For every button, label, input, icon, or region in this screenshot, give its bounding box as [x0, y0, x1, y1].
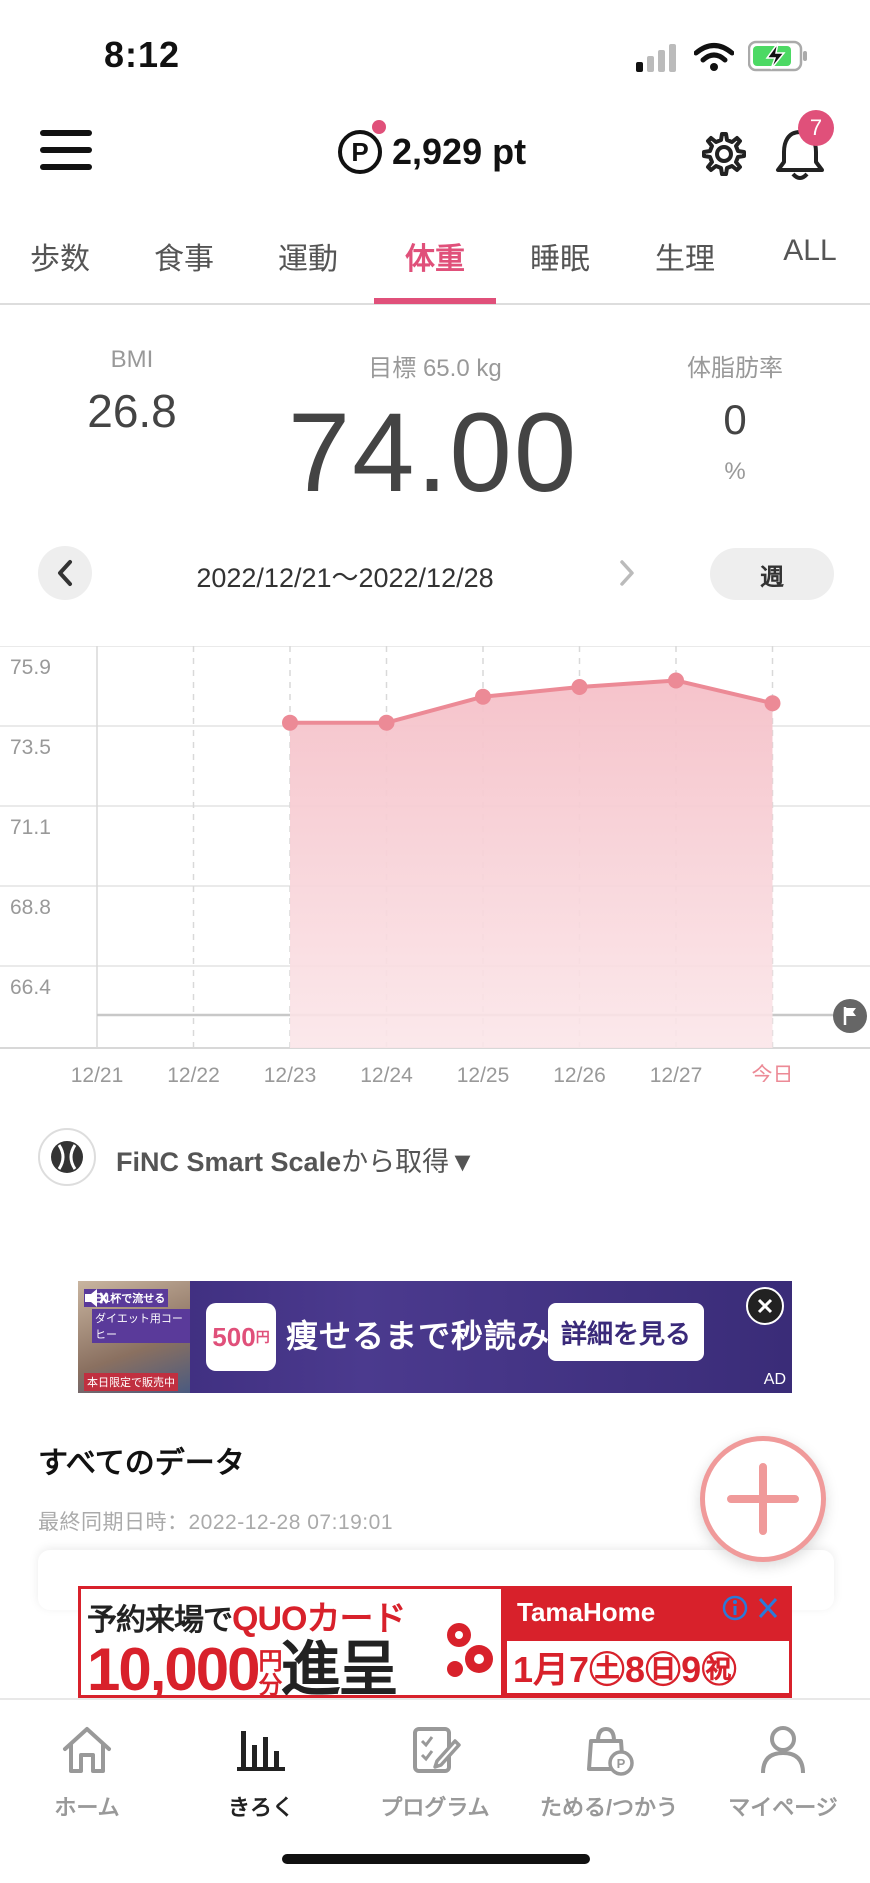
chevron-right-icon — [620, 560, 634, 586]
x-tick-label: 12/21 — [71, 1064, 124, 1082]
prev-week-button[interactable] — [38, 546, 92, 600]
ad-details-button[interactable]: 詳細を見る — [548, 1303, 704, 1361]
close-icon — [757, 1298, 773, 1314]
gear-icon[interactable] — [698, 130, 746, 183]
nav-mypage-label: マイページ — [728, 1795, 838, 1820]
weight-chart: 75.9 73.5 71.1 68.8 66.4 12/21 12/22 12/23 12/24… — [0, 646, 870, 1082]
weight-point — [668, 672, 684, 689]
x-tick-label: 12/26 — [553, 1064, 606, 1082]
weight-point — [475, 688, 491, 705]
x-tick-label: 12/27 — [650, 1064, 703, 1082]
program-icon — [348, 1714, 522, 1784]
y-tick-label: 68.8 — [10, 896, 51, 919]
nav-mypage[interactable]: マイページ — [696, 1714, 870, 1822]
battery-icon — [747, 40, 810, 77]
last-sync-time: 最終同期日時：2022-12-28 07:19:01 — [38, 1511, 393, 1534]
target-flag-icon — [832, 998, 868, 1039]
ad-close-button[interactable] — [746, 1287, 784, 1325]
ad-image-caption-3: 本日限定で販売中 — [84, 1373, 178, 1391]
ad2-brand-name: TamaHome — [517, 1597, 656, 1627]
nav-points[interactable]: P ためる/つかう — [522, 1714, 696, 1822]
current-weight-value[interactable]: 74.00 — [248, 388, 618, 517]
tab-exercise[interactable]: 運動 — [258, 234, 358, 278]
home-icon — [0, 1714, 174, 1784]
ad-headline: 痩せるまで秒読み! — [286, 1318, 562, 1354]
body-fat-label: 体脂肪率 — [687, 355, 783, 382]
points-bag-icon: P — [522, 1714, 696, 1784]
nav-points-label: ためる/つかう — [539, 1795, 679, 1820]
x-tick-label: 12/24 — [360, 1064, 413, 1082]
period-toggle-button[interactable]: 週 — [710, 548, 834, 600]
points-value: 2,929 pt — [392, 131, 527, 172]
muted-speaker-icon[interactable] — [82, 1285, 109, 1316]
adchoices-icon[interactable] — [722, 1594, 784, 1628]
body-fat-unit: % — [724, 458, 746, 485]
target-weight-label: 目標 65.0 kg — [368, 355, 502, 382]
plus-icon — [727, 1463, 799, 1535]
y-tick-label: 73.5 — [10, 736, 51, 759]
weight-point — [764, 695, 781, 712]
x-tick-label: 12/25 — [457, 1064, 510, 1082]
chevron-left-icon — [58, 560, 72, 586]
scale-device-icon — [38, 1128, 96, 1186]
add-record-button[interactable] — [700, 1436, 826, 1562]
y-tick-label: 71.1 — [10, 816, 51, 839]
nav-home[interactable]: ホーム — [0, 1714, 174, 1822]
ad-price: 500 円 — [206, 1303, 276, 1371]
next-week-button[interactable] — [612, 558, 642, 593]
points-display[interactable]: P 2,929 pt — [338, 120, 527, 174]
weight-point — [282, 714, 298, 731]
ad-label: AD — [763, 1371, 786, 1388]
points-icon: P — [338, 120, 386, 174]
menu-icon[interactable] — [40, 128, 92, 177]
tab-steps[interactable]: 歩数 — [10, 234, 110, 278]
tab-meals[interactable]: 食事 — [134, 234, 234, 278]
status-time: 8:12 — [104, 34, 181, 75]
device-suffix: から取得▼ — [341, 1147, 476, 1177]
nav-records[interactable]: きろく — [174, 1714, 348, 1822]
ad2-copy: 予約来場でQUOカード 10,000円 分進呈 — [87, 1600, 406, 1698]
points-new-dot — [372, 120, 386, 134]
y-tick-label: 66.4 — [10, 976, 51, 999]
tab-weight[interactable]: 体重 — [385, 234, 485, 278]
data-source-selector[interactable]: FiNC Smart Scaleから取得▼ — [116, 1140, 476, 1179]
wifi-icon — [693, 42, 735, 77]
notification-badge: 7 — [798, 110, 834, 146]
flower-decoration-icon — [439, 1615, 499, 1690]
weight-point — [378, 714, 395, 731]
body-fat-value: 0 — [723, 396, 747, 443]
ad-banner-tamahome[interactable]: 予約来場でQUOカード 10,000円 分進呈 TamaHome 1月7㊏8㊐9㊗ — [78, 1586, 792, 1698]
nav-records-label: きろく — [227, 1795, 294, 1820]
signal-icon — [634, 44, 680, 77]
active-tab-indicator — [374, 298, 496, 304]
ad2-dates: 1月7㊏8㊐9㊗ — [507, 1641, 789, 1693]
date-range: 2022/12/21〜2022/12/28 — [196, 563, 494, 593]
bmi-label: BMI — [110, 346, 154, 373]
tab-sleep[interactable]: 睡眠 — [510, 234, 610, 278]
x-tick-label: 12/23 — [264, 1064, 317, 1082]
ad-banner-coffee[interactable]: 1日1杯で流せる ダイエット用コーヒー 本日限定で販売中 500 円 痩せるまで秒… — [78, 1281, 792, 1393]
weight-point — [571, 678, 588, 695]
device-name: FiNC Smart Scale — [116, 1147, 342, 1177]
bmi-value: 26.8 — [87, 385, 177, 437]
nav-program[interactable]: プログラム — [348, 1714, 522, 1822]
x-tick-label: 12/22 — [167, 1064, 220, 1082]
nav-home-label: ホーム — [54, 1795, 120, 1820]
tab-period[interactable]: 生理 — [635, 234, 735, 278]
x-tick-label: 今日 — [752, 1064, 794, 1082]
all-data-title: すべてのデータ — [38, 1447, 245, 1480]
tab-all[interactable]: ALL — [760, 234, 860, 268]
weight-area — [290, 680, 773, 1048]
home-indicator — [282, 1854, 590, 1864]
svg-text:P: P — [617, 1756, 626, 1771]
person-icon — [696, 1714, 870, 1784]
chart-icon — [174, 1714, 348, 1784]
y-tick-label: 75.9 — [10, 656, 51, 679]
nav-program-label: プログラム — [380, 1795, 490, 1820]
